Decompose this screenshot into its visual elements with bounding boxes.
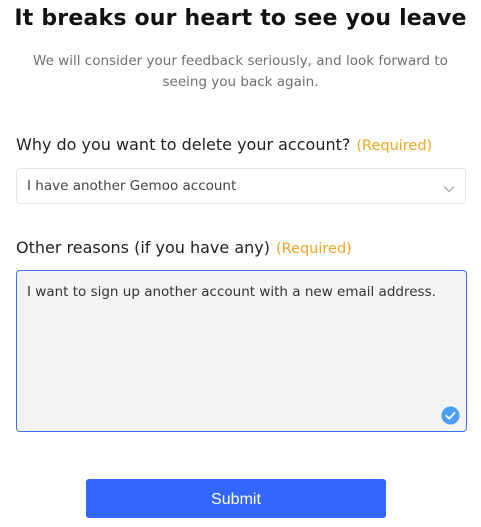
submit-button[interactable]: Submit — [86, 479, 386, 518]
other-reasons-label-text: Other reasons (if you have any) — [16, 238, 270, 257]
page-subtitle: We will consider your feedback seriously… — [33, 53, 448, 90]
delete-reason-select[interactable]: I have another Gemoo account — [16, 168, 466, 204]
other-reasons-label: Other reasons (if you have any) (Required… — [16, 238, 352, 257]
check-circle-icon — [441, 406, 460, 425]
page-title: It breaks our heart to see you leave — [14, 6, 467, 31]
other-reasons-textarea[interactable]: I want to sign up another account with a… — [16, 270, 467, 432]
delete-reason-label: Why do you want to delete your account? (… — [16, 135, 432, 154]
delete-reason-label-text: Why do you want to delete your account? — [16, 135, 351, 154]
delete-reason-selected-value: I have another Gemoo account — [27, 178, 237, 194]
chevron-down-icon — [443, 180, 455, 193]
required-tag: (Required) — [275, 241, 352, 257]
other-reasons-text: I want to sign up another account with a… — [27, 284, 436, 300]
required-tag: (Required) — [356, 138, 433, 154]
